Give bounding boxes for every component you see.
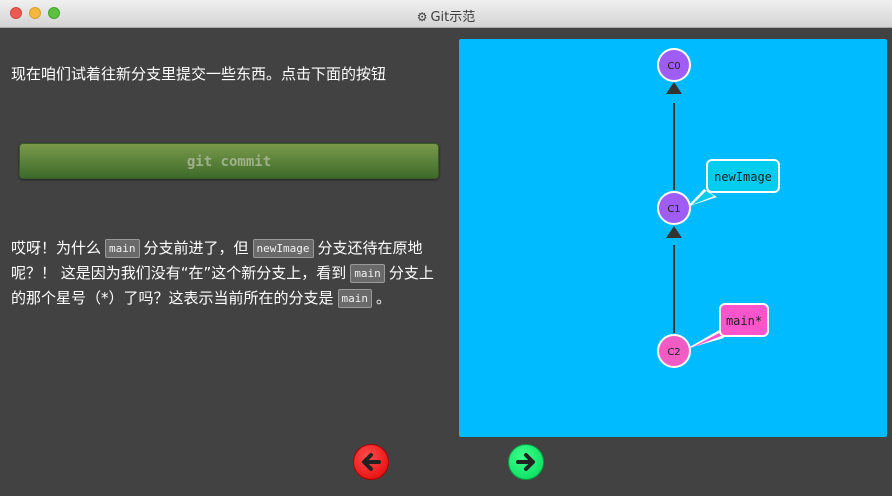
window-title-text: Git示范 xyxy=(430,10,476,25)
intro-text: 现在咱们试着往新分支里提交一些东西。点击下面的按钮 xyxy=(11,65,387,83)
edge-arrowhead xyxy=(666,226,682,238)
forward-button[interactable] xyxy=(508,444,544,480)
code-main: main xyxy=(337,289,373,308)
back-button[interactable] xyxy=(353,444,389,480)
git-commit-button[interactable]: git commit xyxy=(19,143,439,179)
forward-arrow-icon xyxy=(516,453,535,471)
commit-c2-label: C2 xyxy=(667,347,680,358)
code-newimage: newImage xyxy=(252,239,314,258)
explanation-text: 哎呀！为什么 main 分支前进了，但 newImage 分支还待在原地呢？！ 这是因为… xyxy=(11,236,443,311)
window-title: ⚙ Git示范 xyxy=(0,6,892,25)
gear-icon: ⚙ xyxy=(416,10,428,24)
branch-pointer-outline xyxy=(686,329,724,349)
back-arrow-icon xyxy=(362,453,381,471)
branch-newimage-label: newImage xyxy=(714,170,772,184)
instruction-panel: 现在咱们试着往新分支里提交一些东西。点击下面的按钮 git commit 哎呀！… xyxy=(0,28,452,496)
explanation-part: 哎呀！为什么 xyxy=(11,239,102,257)
commit-c0-label: C0 xyxy=(667,61,680,72)
commit-graph: newImage main* C0 C1 C2 xyxy=(657,48,780,368)
explanation-part: 分支前进了，但 xyxy=(143,239,249,257)
branch-main-label: main* xyxy=(726,314,762,328)
edge-arrowhead xyxy=(666,82,682,94)
code-main: main xyxy=(105,239,140,258)
title-bar: ⚙ Git示范 xyxy=(0,0,892,28)
code-main: main xyxy=(350,264,385,283)
commit-c1-label: C1 xyxy=(667,204,680,215)
explanation-part: 。 xyxy=(376,289,392,307)
git-visualization: newImage main* C0 C1 C2 xyxy=(459,39,887,437)
